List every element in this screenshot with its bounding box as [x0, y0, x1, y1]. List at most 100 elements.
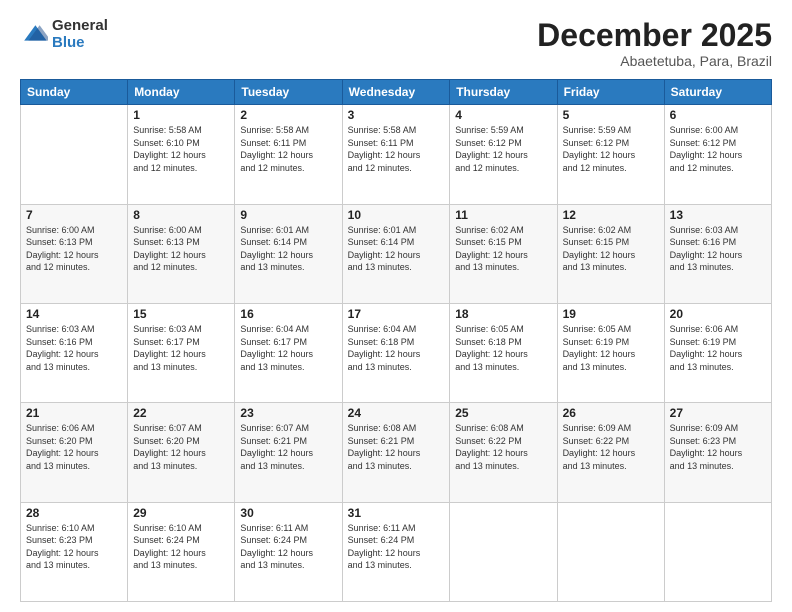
calendar-cell: 17 Sunrise: 6:04 AM Sunset: 6:18 PM Dayli…	[342, 303, 450, 402]
calendar-cell: 12Sunrise: 6:02 AM Sunset: 6:15 PM Dayli…	[557, 204, 664, 303]
calendar-header-monday: Monday	[128, 80, 235, 105]
day-number: 19	[563, 307, 659, 321]
day-number: 28	[26, 506, 122, 520]
day-number: 17	[348, 307, 445, 321]
location-subtitle: Abaetetuba, Para, Brazil	[537, 53, 772, 69]
calendar-header-tuesday: Tuesday	[235, 80, 342, 105]
day-info: Sunrise: 6:05 AM Sunset: 6:19 PM Dayligh…	[563, 323, 659, 373]
day-info: Sunrise: 5:59 AM Sunset: 6:12 PM Dayligh…	[455, 124, 551, 174]
day-number: 5	[563, 108, 659, 122]
day-info: Sunrise: 6:03 AM Sunset: 6:16 PM Dayligh…	[670, 224, 766, 274]
calendar-cell: 20 Sunrise: 6:06 AM Sunset: 6:19 PM Dayli…	[664, 303, 771, 402]
day-number: 26	[563, 406, 659, 420]
calendar-cell: 27 Sunrise: 6:09 AM Sunset: 6:23 PM Dayli…	[664, 403, 771, 502]
day-info: Sunrise: 6:04 AM Sunset: 6:17 PM Dayligh…	[240, 323, 336, 373]
logo-text: General Blue	[52, 18, 108, 51]
calendar-cell: 9 Sunrise: 6:01 AM Sunset: 6:14 PM Daylig…	[235, 204, 342, 303]
day-info: Sunrise: 6:09 AM Sunset: 6:22 PM Dayligh…	[563, 422, 659, 472]
calendar-cell: 19 Sunrise: 6:05 AM Sunset: 6:19 PM Dayli…	[557, 303, 664, 402]
header: General Blue December 2025 Abaetetuba, P…	[20, 18, 772, 69]
calendar-cell: 3 Sunrise: 5:58 AM Sunset: 6:11 PM Daylig…	[342, 105, 450, 204]
day-number: 8	[133, 208, 229, 222]
day-info: Sunrise: 6:06 AM Sunset: 6:19 PM Dayligh…	[670, 323, 766, 373]
day-number: 22	[133, 406, 229, 420]
day-info: Sunrise: 6:10 AM Sunset: 6:23 PM Dayligh…	[26, 522, 122, 572]
calendar-cell	[21, 105, 128, 204]
day-number: 29	[133, 506, 229, 520]
calendar-header-sunday: Sunday	[21, 80, 128, 105]
calendar-header-friday: Friday	[557, 80, 664, 105]
day-info: Sunrise: 6:08 AM Sunset: 6:22 PM Dayligh…	[455, 422, 551, 472]
day-number: 12	[563, 208, 659, 222]
calendar-cell: 13Sunrise: 6:03 AM Sunset: 6:16 PM Dayli…	[664, 204, 771, 303]
day-info: Sunrise: 5:58 AM Sunset: 6:11 PM Dayligh…	[240, 124, 336, 174]
day-info: Sunrise: 5:59 AM Sunset: 6:12 PM Dayligh…	[563, 124, 659, 174]
calendar-cell: 16 Sunrise: 6:04 AM Sunset: 6:17 PM Dayli…	[235, 303, 342, 402]
day-info: Sunrise: 6:06 AM Sunset: 6:20 PM Dayligh…	[26, 422, 122, 472]
calendar-cell: 4 Sunrise: 5:59 AM Sunset: 6:12 PM Daylig…	[450, 105, 557, 204]
calendar-cell	[450, 502, 557, 601]
calendar-cell: 21Sunrise: 6:06 AM Sunset: 6:20 PM Dayli…	[21, 403, 128, 502]
day-info: Sunrise: 6:11 AM Sunset: 6:24 PM Dayligh…	[240, 522, 336, 572]
day-info: Sunrise: 6:11 AM Sunset: 6:24 PM Dayligh…	[348, 522, 445, 572]
calendar-cell: 7 Sunrise: 6:00 AM Sunset: 6:13 PM Daylig…	[21, 204, 128, 303]
day-number: 1	[133, 108, 229, 122]
day-number: 20	[670, 307, 766, 321]
day-number: 4	[455, 108, 551, 122]
calendar-cell: 26 Sunrise: 6:09 AM Sunset: 6:22 PM Dayli…	[557, 403, 664, 502]
calendar-cell: 8 Sunrise: 6:00 AM Sunset: 6:13 PM Daylig…	[128, 204, 235, 303]
day-info: Sunrise: 6:01 AM Sunset: 6:14 PM Dayligh…	[348, 224, 445, 274]
day-number: 3	[348, 108, 445, 122]
calendar-cell: 5 Sunrise: 5:59 AM Sunset: 6:12 PM Daylig…	[557, 105, 664, 204]
logo: General Blue	[20, 18, 108, 51]
day-info: Sunrise: 6:07 AM Sunset: 6:21 PM Dayligh…	[240, 422, 336, 472]
calendar-cell: 23Sunrise: 6:07 AM Sunset: 6:21 PM Dayli…	[235, 403, 342, 502]
calendar-cell: 28 Sunrise: 6:10 AM Sunset: 6:23 PM Dayli…	[21, 502, 128, 601]
day-number: 9	[240, 208, 336, 222]
day-number: 6	[670, 108, 766, 122]
logo-blue-text: Blue	[52, 35, 108, 52]
calendar-week-2: 7 Sunrise: 6:00 AM Sunset: 6:13 PM Daylig…	[21, 204, 772, 303]
calendar-table: SundayMondayTuesdayWednesdayThursdayFrid…	[20, 79, 772, 602]
day-info: Sunrise: 6:00 AM Sunset: 6:13 PM Dayligh…	[133, 224, 229, 274]
day-info: Sunrise: 6:03 AM Sunset: 6:16 PM Dayligh…	[26, 323, 122, 373]
day-number: 31	[348, 506, 445, 520]
calendar-header-thursday: Thursday	[450, 80, 557, 105]
calendar-header-saturday: Saturday	[664, 80, 771, 105]
day-number: 24	[348, 406, 445, 420]
day-info: Sunrise: 6:00 AM Sunset: 6:13 PM Dayligh…	[26, 224, 122, 274]
calendar-header-row: SundayMondayTuesdayWednesdayThursdayFrid…	[21, 80, 772, 105]
day-number: 25	[455, 406, 551, 420]
day-info: Sunrise: 6:09 AM Sunset: 6:23 PM Dayligh…	[670, 422, 766, 472]
calendar-cell: 25 Sunrise: 6:08 AM Sunset: 6:22 PM Dayli…	[450, 403, 557, 502]
calendar-week-3: 14Sunrise: 6:03 AM Sunset: 6:16 PM Dayli…	[21, 303, 772, 402]
day-info: Sunrise: 6:00 AM Sunset: 6:12 PM Dayligh…	[670, 124, 766, 174]
day-number: 30	[240, 506, 336, 520]
page: General Blue December 2025 Abaetetuba, P…	[0, 0, 792, 612]
day-number: 27	[670, 406, 766, 420]
day-info: Sunrise: 6:01 AM Sunset: 6:14 PM Dayligh…	[240, 224, 336, 274]
calendar-cell: 6 Sunrise: 6:00 AM Sunset: 6:12 PM Daylig…	[664, 105, 771, 204]
calendar-cell: 2Sunrise: 5:58 AM Sunset: 6:11 PM Daylig…	[235, 105, 342, 204]
day-info: Sunrise: 6:05 AM Sunset: 6:18 PM Dayligh…	[455, 323, 551, 373]
calendar-cell: 30 Sunrise: 6:11 AM Sunset: 6:24 PM Dayli…	[235, 502, 342, 601]
logo-general-text: General	[52, 18, 108, 35]
calendar-cell	[557, 502, 664, 601]
calendar-week-4: 21Sunrise: 6:06 AM Sunset: 6:20 PM Dayli…	[21, 403, 772, 502]
day-number: 16	[240, 307, 336, 321]
calendar-week-5: 28 Sunrise: 6:10 AM Sunset: 6:23 PM Dayli…	[21, 502, 772, 601]
day-info: Sunrise: 5:58 AM Sunset: 6:11 PM Dayligh…	[348, 124, 445, 174]
calendar-cell: 1 Sunrise: 5:58 AM Sunset: 6:10 PM Daylig…	[128, 105, 235, 204]
day-number: 7	[26, 208, 122, 222]
day-info: Sunrise: 6:07 AM Sunset: 6:20 PM Dayligh…	[133, 422, 229, 472]
calendar-cell: 24Sunrise: 6:08 AM Sunset: 6:21 PM Dayli…	[342, 403, 450, 502]
day-info: Sunrise: 6:04 AM Sunset: 6:18 PM Dayligh…	[348, 323, 445, 373]
day-number: 10	[348, 208, 445, 222]
calendar-cell: 31 Sunrise: 6:11 AM Sunset: 6:24 PM Dayli…	[342, 502, 450, 601]
calendar-cell: 18Sunrise: 6:05 AM Sunset: 6:18 PM Dayli…	[450, 303, 557, 402]
calendar-cell: 22 Sunrise: 6:07 AM Sunset: 6:20 PM Dayli…	[128, 403, 235, 502]
day-number: 15	[133, 307, 229, 321]
calendar-cell: 10 Sunrise: 6:01 AM Sunset: 6:14 PM Dayli…	[342, 204, 450, 303]
day-info: Sunrise: 5:58 AM Sunset: 6:10 PM Dayligh…	[133, 124, 229, 174]
title-block: December 2025 Abaetetuba, Para, Brazil	[537, 18, 772, 69]
